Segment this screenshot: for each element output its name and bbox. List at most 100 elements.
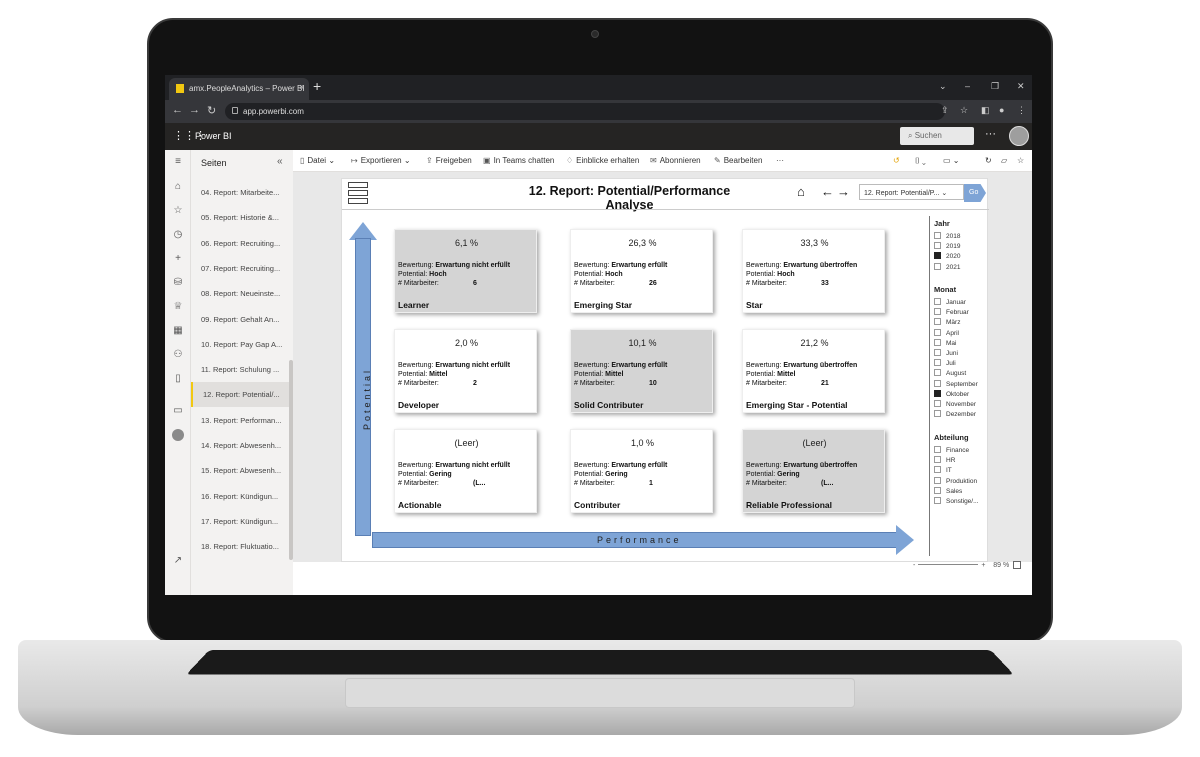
export-menu[interactable]: ↦ Exportieren ⌄ — [351, 156, 411, 165]
filter-option[interactable]: März — [934, 318, 960, 326]
checkbox[interactable] — [934, 242, 941, 250]
matrix-card[interactable]: 1,0 % Bewertung: Erwartung erfüllt Potenti… — [570, 429, 713, 513]
checkbox[interactable] — [934, 400, 941, 407]
filter-option[interactable]: 2018 — [934, 232, 960, 240]
learn-book-icon[interactable]: ▯ — [172, 373, 184, 385]
search-input[interactable]: ⌕ Suchen — [900, 127, 974, 145]
forward-arrow-icon[interactable]: → — [837, 184, 850, 199]
checkbox[interactable] — [934, 308, 941, 316]
matrix-card[interactable]: (Leer) Bewertung: Erwartung nicht erfüllt… — [394, 429, 537, 513]
goals-trophy-icon[interactable]: ♕ — [172, 301, 184, 313]
collapse-pane-icon[interactable]: « — [277, 156, 283, 167]
browser-tab[interactable]: amx.PeopleAnalytics – Power BI × — [169, 78, 309, 100]
close-window-button[interactable]: ✕ — [1017, 81, 1025, 92]
checkbox[interactable] — [934, 359, 941, 367]
workspace-avatar-icon[interactable] — [172, 429, 184, 441]
filter-option[interactable]: Finance — [934, 446, 969, 454]
profile-icon[interactable]: ● — [999, 105, 1004, 115]
page-item[interactable]: 11. Report: Schulung ... — [191, 357, 293, 382]
page-item[interactable]: 18. Report: Fluktuatio... — [191, 534, 293, 559]
filter-option[interactable]: 2021 — [934, 262, 960, 271]
filter-option[interactable]: HR — [934, 456, 955, 464]
filter-option[interactable]: Februar — [934, 308, 969, 316]
shared-people-icon[interactable]: ⚇ — [172, 349, 184, 361]
home-icon[interactable]: ⌂ — [797, 184, 805, 199]
zoom-out-button[interactable]: - — [913, 562, 915, 569]
go-button[interactable]: Go — [964, 184, 986, 202]
checkbox[interactable] — [934, 456, 941, 464]
zoom-control[interactable]: - + 89 % — [913, 562, 1009, 569]
filter-option[interactable]: September — [934, 379, 978, 388]
matrix-card[interactable]: (Leer) Bewertung: Erwartung übertroffen Po… — [742, 429, 885, 513]
bookmark-icon[interactable]: ⌷ ⌄ — [915, 156, 926, 166]
page-item[interactable]: 05. Report: Historie &... — [191, 205, 293, 230]
forward-icon[interactable]: → — [189, 104, 200, 116]
page-item[interactable]: 17. Report: Kündigun... — [191, 509, 293, 534]
zoom-in-button[interactable]: + — [981, 562, 985, 569]
edit-button[interactable]: ✎ Bearbeiten — [714, 156, 762, 165]
page-item[interactable]: 08. Report: Neueinste... — [191, 281, 293, 306]
filter-option[interactable]: IT — [934, 466, 952, 474]
page-item[interactable]: 13. Report: Performan... — [191, 408, 293, 433]
checkbox[interactable] — [934, 349, 941, 356]
filter-option[interactable]: Dezember — [934, 410, 976, 418]
page-item[interactable]: 14. Report: Abwesenh... — [191, 433, 293, 458]
page-item[interactable]: 04. Report: Mitarbeite... — [191, 180, 293, 205]
filter-option[interactable]: April — [934, 328, 959, 337]
filter-option[interactable]: August — [934, 369, 966, 377]
checkbox[interactable] — [934, 369, 941, 377]
fit-to-page-icon[interactable] — [1013, 561, 1021, 569]
filter-option[interactable]: Januar — [934, 298, 966, 306]
apps-icon[interactable]: ▦ — [172, 325, 184, 337]
filter-option[interactable]: 2019 — [934, 242, 960, 250]
filter-option[interactable]: 2020 — [934, 252, 960, 260]
matrix-card[interactable]: 6,1 % Bewertung: Erwartung nicht erfüllt P… — [394, 229, 537, 313]
checkbox[interactable] — [934, 379, 941, 387]
insights-button[interactable]: ♢ Einblicke erhalten — [566, 156, 639, 165]
filter-option[interactable]: Oktober — [934, 389, 969, 398]
filter-option[interactable]: Produktion — [934, 476, 977, 485]
home-icon[interactable]: ⌂ — [172, 181, 184, 193]
matrix-card[interactable]: 33,3 % Bewertung: Erwartung übertroffen Po… — [742, 229, 885, 313]
create-plus-icon[interactable]: + — [172, 253, 184, 265]
page-item[interactable]: 15. Report: Abwesenh... — [191, 458, 293, 483]
maximize-button[interactable]: ❐ — [991, 81, 999, 92]
checkbox[interactable] — [934, 476, 941, 484]
checkbox[interactable] — [934, 486, 941, 494]
checkbox[interactable] — [934, 497, 941, 504]
datasets-icon[interactable]: ⛁ — [172, 277, 184, 289]
filter-option[interactable]: Juni — [934, 349, 958, 357]
page-item[interactable]: 10. Report: Pay Gap A... — [191, 332, 293, 357]
reload-icon[interactable]: ↻ — [207, 104, 216, 117]
favorites-star-icon[interactable]: ☆ — [172, 205, 184, 217]
favorite-star-icon[interactable]: ☆ — [1017, 156, 1024, 165]
checkbox[interactable] — [934, 389, 941, 397]
share-icon[interactable]: ⇪ — [941, 105, 949, 116]
comment-icon[interactable]: ▱ — [1001, 156, 1007, 165]
filter-option[interactable]: November — [934, 400, 976, 408]
subscribe-button[interactable]: ✉ Abonnieren — [650, 156, 701, 165]
checkbox[interactable] — [934, 298, 941, 305]
matrix-card[interactable]: 10,1 % Bewertung: Erwartung erfüllt Potent… — [570, 329, 713, 413]
page-item[interactable]: 12. Report: Potential/... — [191, 382, 293, 408]
back-icon[interactable]: ← — [172, 104, 183, 116]
reset-icon[interactable]: ↻ — [985, 156, 992, 165]
sidebar-icon[interactable]: ◧ — [981, 105, 990, 116]
checkbox[interactable] — [934, 338, 941, 346]
more-toolbar-button[interactable]: ··· — [776, 156, 784, 165]
expand-arrow-icon[interactable]: ↗ — [172, 555, 184, 567]
bookmark-star-icon[interactable]: ☆ — [960, 105, 968, 116]
filter-option[interactable]: Mai — [934, 338, 956, 347]
hamburger-icon[interactable]: ≡ — [172, 156, 184, 168]
file-menu[interactable]: ▯ Datei ⌄ — [300, 156, 335, 165]
checkbox[interactable] — [934, 466, 941, 474]
new-tab-button[interactable]: + — [313, 78, 321, 94]
more-options-button[interactable]: ··· — [985, 128, 996, 140]
checkbox[interactable] — [934, 232, 941, 239]
address-bar[interactable]: app.powerbi.com — [225, 103, 945, 120]
workspaces-icon[interactable]: ▭ — [172, 405, 184, 417]
matrix-card[interactable]: 21,2 % Bewertung: Erwartung übertroffen Po… — [742, 329, 885, 413]
teams-chat-button[interactable]: ▣ In Teams chatten — [483, 156, 554, 165]
minimize-button[interactable]: – — [965, 81, 970, 91]
checkbox[interactable] — [934, 446, 941, 453]
